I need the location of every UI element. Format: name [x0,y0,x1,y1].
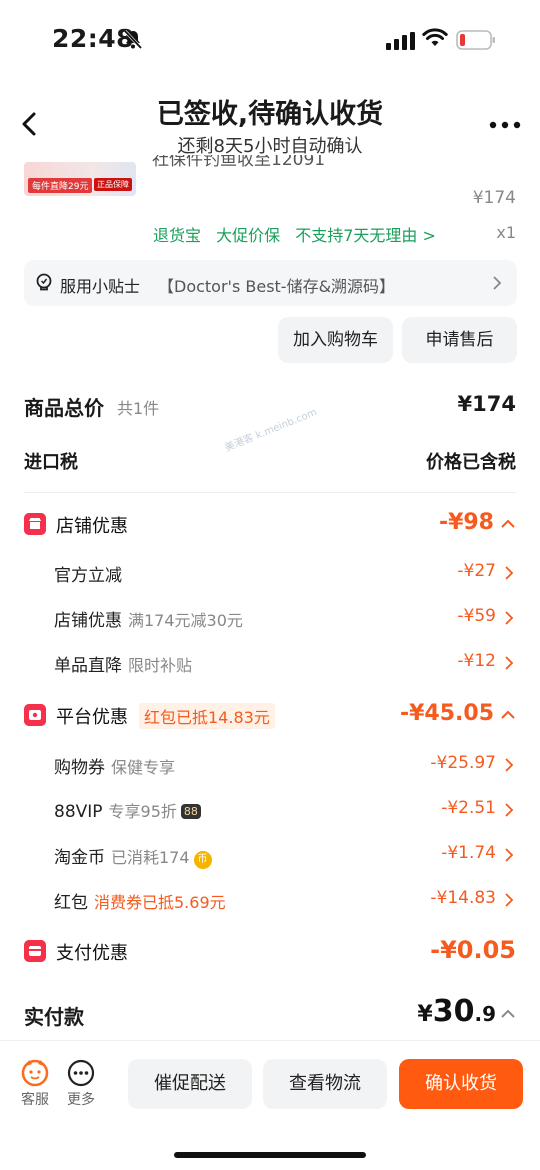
discount-row[interactable]: 官方立减 -¥27 [0,561,540,593]
more-circle-icon [67,1059,95,1087]
chevron-right-icon [493,276,502,290]
vip88-icon: 88 [180,804,201,819]
payment-discount-value: -¥0.05 [430,936,516,964]
more-label: 更多 [67,1092,95,1108]
signal-icon [386,32,415,50]
discount-row[interactable]: 88VIP 专享95折 88 -¥2.51 [0,798,540,830]
discount-value: -¥59 [457,606,496,626]
discount-row[interactable]: 购物券 保健专享 -¥25.97 [0,753,540,785]
store-discount-header[interactable]: 店铺优惠 -¥98 [0,510,540,542]
discount-row[interactable]: 单品直降 限时补贴 -¥12 [0,651,540,683]
paid-amount-row[interactable]: 实付款 ¥30.9 [0,994,540,1038]
urge-delivery-button[interactable]: 催促配送 [128,1059,252,1109]
tag-return-insurance: 退货宝 [153,226,202,245]
discount-value: -¥12 [457,651,496,671]
customer-service-label: 客服 [21,1092,49,1108]
discount-label: 店铺优惠 满174元减30元 [54,611,243,631]
chevron-up-icon [501,519,515,528]
import-tax-value: 价格已含税 [426,452,516,473]
discount-row[interactable]: 红包 消费券已抵5.69元 -¥14.83 [0,888,540,920]
import-tax-label: 进口税 [24,452,78,473]
total-item-count: 共1件 [117,399,160,418]
chevron-right-icon [505,566,514,580]
more-menu-icon[interactable] [489,121,521,129]
chevron-up-icon [501,710,515,719]
discount-value: -¥1.74 [441,843,496,863]
discount-value: -¥27 [457,561,496,581]
order-detail-page: 22:48 已签收,待确认收货 还剩8天5小时自动确认 每件直降29元 正品保障… [0,0,540,1170]
product-promo-badge: 每件直降29元 [28,178,93,193]
discount-label: 购物券 保健专享 [54,758,176,778]
view-logistics-button[interactable]: 查看物流 [263,1059,387,1109]
chevron-right-icon [505,848,514,862]
chevron-right-icon [505,611,514,625]
usage-tip-banner[interactable]: 服用小贴士 【Doctor's Best-储存&溯源码】 [24,260,517,306]
total-price-row: 商品总价 共1件 ¥174 [0,392,540,424]
store-icon [24,513,46,535]
platform-discount-value: -¥45.05 [399,701,494,726]
divider [24,492,516,493]
chevron-right-icon [505,803,514,817]
red-packet-badge: 红包已抵14.83元 [139,703,275,729]
platform-discount-title: 平台优惠 [56,707,128,728]
page-title: 已签收,待确认收货 [156,99,384,130]
lightbulb-icon [36,273,52,291]
customer-service-icon [21,1059,49,1087]
discount-label: 88VIP 专享95折 88 [54,798,201,822]
bell-muted-icon [123,29,143,50]
tag-price-protection: 大促价保 [216,226,281,245]
product-name[interactable]: 社保件钓鱼收至12091 [152,155,325,169]
product-image[interactable]: 每件直降29元 正品保障 [24,162,136,196]
chevron-right-icon [505,656,514,670]
discount-label: 红包 消费券已抵5.69元 [54,893,226,913]
coin-icon: 币 [193,851,212,869]
bottom-action-bar: 客服 更多 催促配送 查看物流 确认收货 [0,1040,540,1170]
coupon-icon [24,704,46,726]
chevron-right-icon [505,758,514,772]
discount-label: 官方立减 [54,566,122,586]
after-sale-button[interactable]: 申请售后 [402,317,517,363]
customer-service-button[interactable] [15,1057,55,1091]
product-authentic-badge: 正品保障 [94,178,132,191]
paid-value: ¥30.9 [417,994,496,1029]
status-bar: 22:48 [0,0,540,80]
platform-discount-header[interactable]: 平台优惠 红包已抵14.83元 -¥45.05 [0,701,540,734]
total-price-value: ¥174 [457,392,516,416]
paid-label: 实付款 [24,1005,84,1029]
payment-discount-title: 支付优惠 [56,943,128,964]
confirm-receipt-button[interactable]: 确认收货 [399,1059,523,1109]
discount-value: -¥25.97 [430,753,496,773]
product-service-tags[interactable]: 退货宝 大促价保 不支持7天无理由 > [153,222,446,246]
wifi-icon [422,28,448,46]
tag-no-7day-return: 不支持7天无理由 > [295,226,436,245]
payment-discount-row: 支付优惠 -¥0.05 [0,936,540,970]
add-to-cart-button[interactable]: 加入购物车 [278,317,393,363]
discount-label: 单品直降 限时补贴 [54,656,193,676]
product-price: ¥174 [472,188,516,208]
total-price-label: 商品总价 [24,396,104,420]
more-button[interactable] [61,1057,101,1091]
discount-label: 淘金币 已消耗174 币 [54,843,212,869]
discount-value: -¥14.83 [430,888,496,908]
product-quantity: x1 [496,223,516,242]
tip-title: 服用小贴士 [60,277,141,296]
import-tax-row: 进口税 价格已含税 [0,448,540,480]
chevron-up-icon [501,1009,515,1018]
store-discount-title: 店铺优惠 [56,516,128,537]
discount-value: -¥2.51 [441,798,496,818]
tip-text: 【Doctor's Best-储存&溯源码】 [158,277,396,296]
store-discount-value: -¥98 [438,510,494,535]
discount-row[interactable]: 淘金币 已消耗174 币 -¥1.74 [0,843,540,875]
discount-row[interactable]: 店铺优惠 满174元减30元 -¥59 [0,606,540,638]
chevron-right-icon [505,893,514,907]
card-icon [24,940,46,962]
home-indicator[interactable] [174,1152,366,1158]
battery-icon [456,30,495,50]
